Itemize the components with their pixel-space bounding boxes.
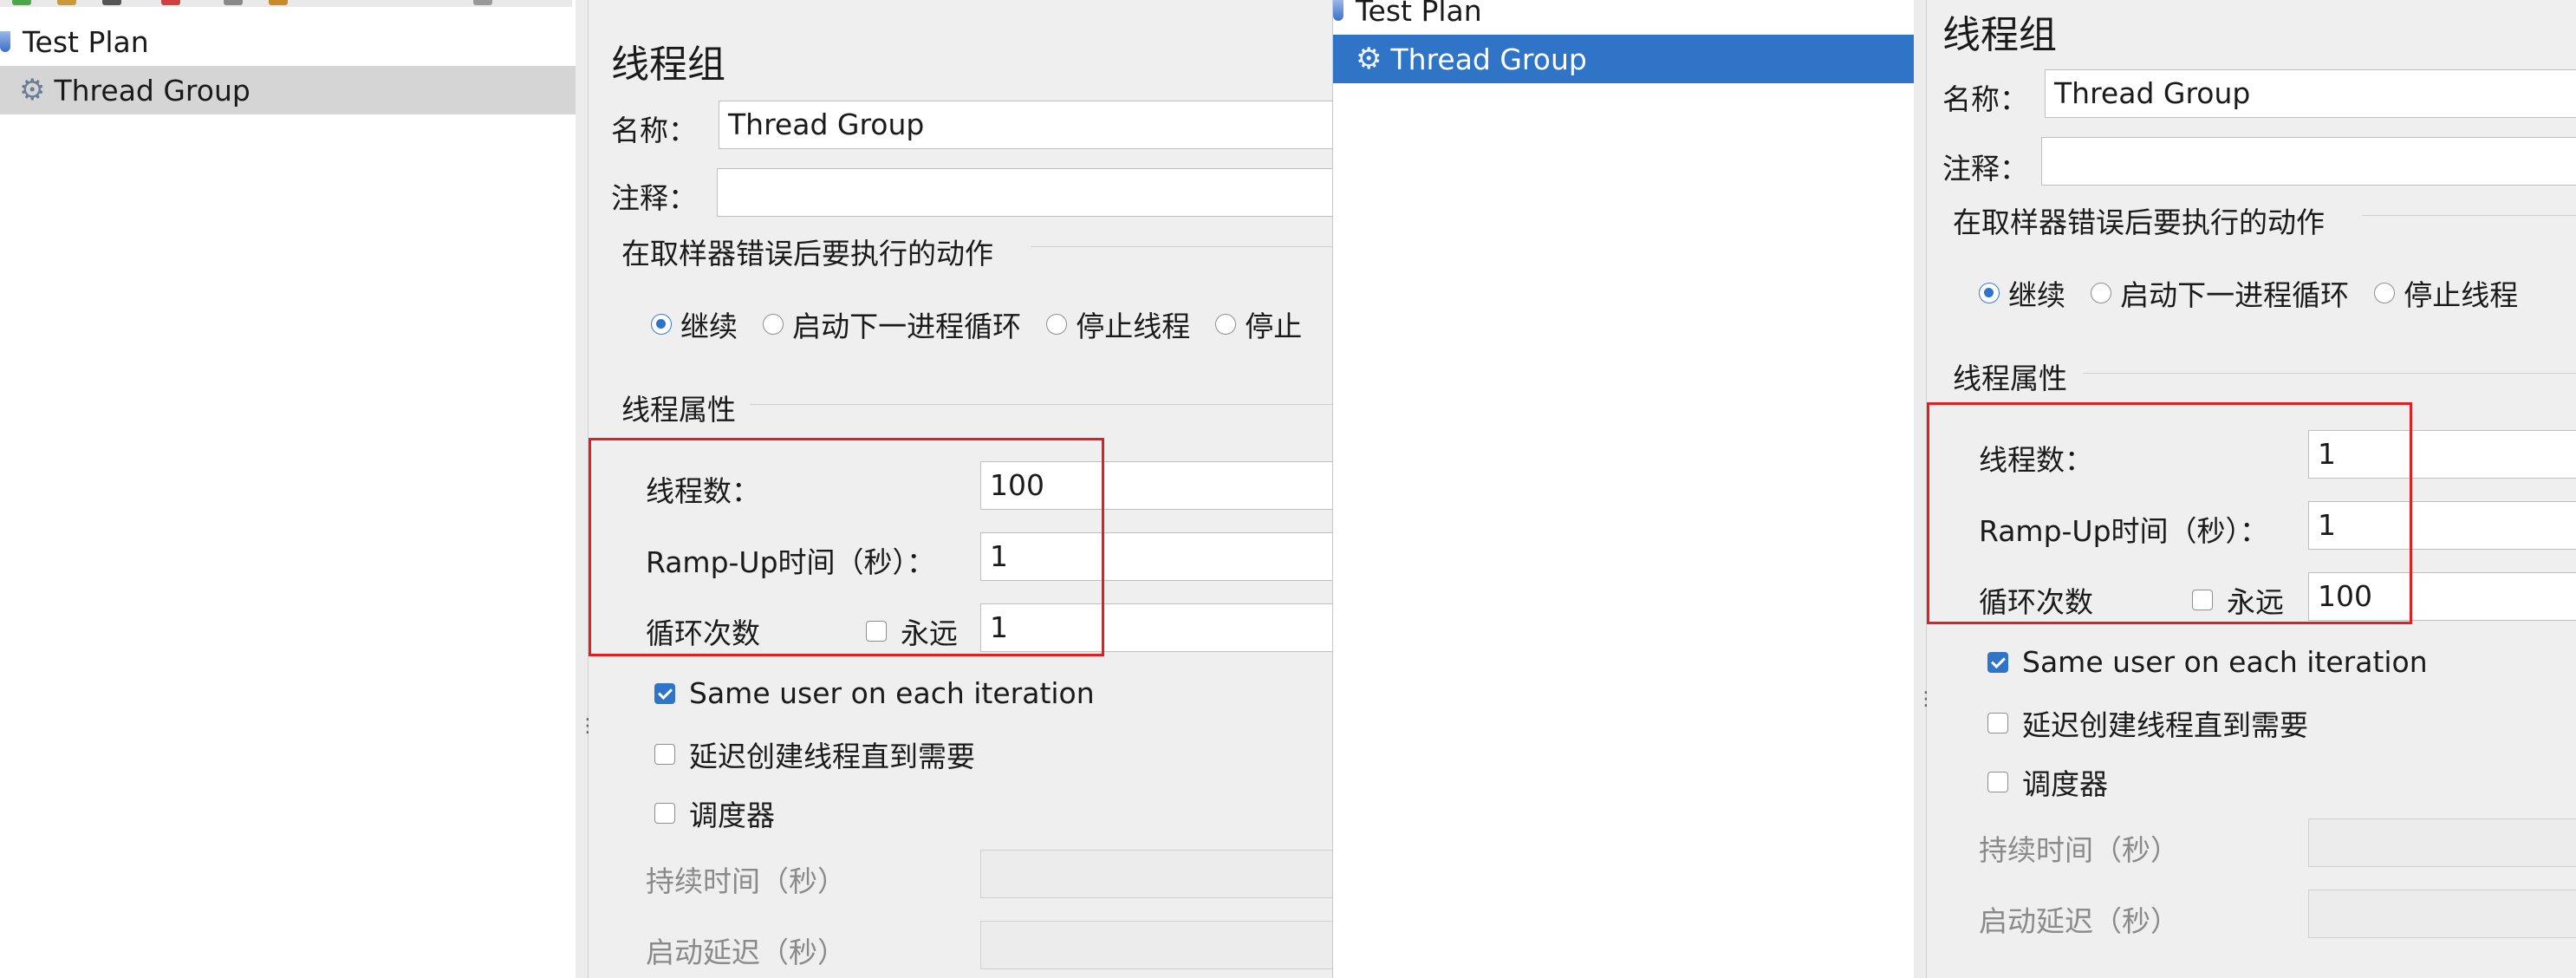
- checkbox[interactable]: [654, 744, 675, 765]
- tree-item-thread-group[interactable]: ⚙ Thread Group: [1333, 35, 1914, 83]
- scheduler-checkbox[interactable]: 调度器: [1987, 761, 2108, 803]
- startup-delay-label: 启动延迟（秒）: [1979, 904, 2179, 938]
- left-screenshot: Test Plan ⚙ Thread Group ⋮ 线程组 名称： Threa…: [0, 0, 1333, 978]
- radio-button[interactable]: [1215, 314, 1237, 335]
- startup-delay-label: 启动延迟（秒）: [646, 936, 846, 969]
- drag-grip-icon[interactable]: ⋮: [578, 717, 597, 736]
- radio-stop-thread[interactable]: 停止线程: [1046, 303, 1190, 345]
- radio-stop-thread[interactable]: 停止线程: [2374, 272, 2518, 314]
- on-error-section-title: 在取样器错误后要执行的动作: [621, 237, 993, 271]
- duration-input[interactable]: [980, 850, 1333, 898]
- thread-group-form: 线程组 名称： Thread Group 注释： 在取样器错误后要执行的动作 继…: [1927, 0, 2576, 978]
- comment-label: 注释：: [1942, 152, 2028, 186]
- same-user-checkbox[interactable]: Same user on each iteration: [654, 676, 1095, 710]
- toolbar: [0, 0, 572, 7]
- name-label: 名称：: [611, 114, 697, 147]
- checkbox[interactable]: [1987, 651, 2008, 673]
- copy-icon[interactable]: [224, 0, 243, 5]
- radio-continue[interactable]: 继续: [651, 303, 738, 345]
- duration-label: 持续时间（秒）: [1979, 833, 2179, 867]
- radio-button[interactable]: [651, 314, 672, 335]
- section-divider: [1031, 246, 1333, 247]
- section-divider: [2083, 373, 2576, 374]
- radio-continue[interactable]: 继续: [1979, 272, 2065, 314]
- radio-stop-test[interactable]: 停止: [1215, 303, 1302, 345]
- gear-icon: ⚙: [1356, 42, 1382, 76]
- radio-button[interactable]: [2374, 283, 2396, 303]
- duration-input[interactable]: [2308, 818, 2576, 867]
- startup-delay-input[interactable]: [2308, 890, 2576, 938]
- open-icon[interactable]: [57, 0, 76, 5]
- scheduler-checkbox[interactable]: 调度器: [654, 792, 775, 834]
- tree-item-test-plan[interactable]: Test Plan: [0, 17, 576, 66]
- radio-start-next-loop[interactable]: 启动下一进程循环: [763, 303, 1021, 345]
- checkbox[interactable]: [654, 803, 675, 824]
- name-label: 名称：: [1942, 82, 2028, 116]
- right-screenshot: Test Plan ⚙ Thread Group ⋮ 线程组 名称： Threa…: [1333, 0, 2576, 978]
- checkbox[interactable]: [1987, 713, 2008, 734]
- tree-item-label: Test Plan: [1356, 0, 1482, 28]
- on-error-options: 继续 启动下一进程循环 停止线程 停止: [651, 303, 1323, 345]
- comment-label: 注释：: [611, 181, 697, 215]
- comment-input[interactable]: [2041, 137, 2576, 186]
- thread-group-form: 线程组 名称： Thread Group 注释： 在取样器错误后要执行的动作 继…: [589, 0, 1333, 978]
- section-divider: [750, 404, 1333, 405]
- cut-icon[interactable]: [161, 0, 180, 5]
- startup-delay-input[interactable]: [980, 921, 1333, 969]
- same-user-checkbox[interactable]: Same user on each iteration: [1987, 645, 2428, 679]
- page-title: 线程组: [611, 42, 725, 87]
- radio-button[interactable]: [1046, 314, 1068, 335]
- radio-start-next-loop[interactable]: 启动下一进程循环: [2091, 272, 2349, 314]
- highlight-box: [589, 438, 1104, 656]
- save-icon[interactable]: [102, 0, 121, 5]
- radio-button[interactable]: [2091, 283, 2112, 303]
- duration-label: 持续时间（秒）: [646, 864, 846, 898]
- gear-icon: ⚙: [19, 73, 46, 108]
- tree-panel: Test Plan ⚙ Thread Group: [0, 0, 576, 978]
- radio-button[interactable]: [763, 314, 784, 335]
- highlight-box: [1927, 402, 2412, 624]
- radio-button[interactable]: [1979, 283, 2000, 303]
- page-title: 线程组: [1942, 13, 2057, 57]
- tree-panel: Test Plan ⚙ Thread Group: [1333, 0, 1915, 978]
- section-divider: [2362, 215, 2576, 216]
- tree-item-thread-group[interactable]: ⚙ Thread Group: [0, 66, 576, 114]
- tree-item-label: Test Plan: [23, 24, 149, 59]
- toolbar-icon[interactable]: [473, 0, 492, 5]
- tree-item-label: Thread Group: [54, 73, 250, 108]
- on-error-section-title: 在取样器错误后要执行的动作: [1953, 205, 2325, 239]
- flask-icon: [0, 31, 10, 52]
- comment-input[interactable]: [717, 168, 1333, 217]
- delay-create-checkbox[interactable]: 延迟创建线程直到需要: [654, 734, 975, 775]
- name-input[interactable]: Thread Group: [2045, 69, 2576, 118]
- drag-grip-icon[interactable]: ⋮: [1916, 690, 1935, 709]
- paste-icon[interactable]: [269, 0, 288, 5]
- flask-icon: [1333, 0, 1343, 21]
- name-input[interactable]: Thread Group: [719, 101, 1333, 149]
- tree-item-label: Thread Group: [1390, 42, 1587, 76]
- checkbox[interactable]: [1987, 772, 2008, 792]
- splitter[interactable]: ⋮: [1914, 0, 1935, 978]
- tree-item-test-plan[interactable]: Test Plan: [1333, 0, 1914, 35]
- thread-props-section-title: 线程属性: [1953, 362, 2067, 395]
- checkbox[interactable]: [654, 682, 675, 704]
- splitter[interactable]: ⋮: [576, 0, 597, 978]
- thread-props-section-title: 线程属性: [621, 393, 736, 427]
- run-icon[interactable]: [12, 0, 31, 5]
- on-error-options: 继续 启动下一进程循环 停止线程: [1979, 272, 2539, 314]
- delay-create-checkbox[interactable]: 延迟创建线程直到需要: [1987, 702, 2308, 744]
